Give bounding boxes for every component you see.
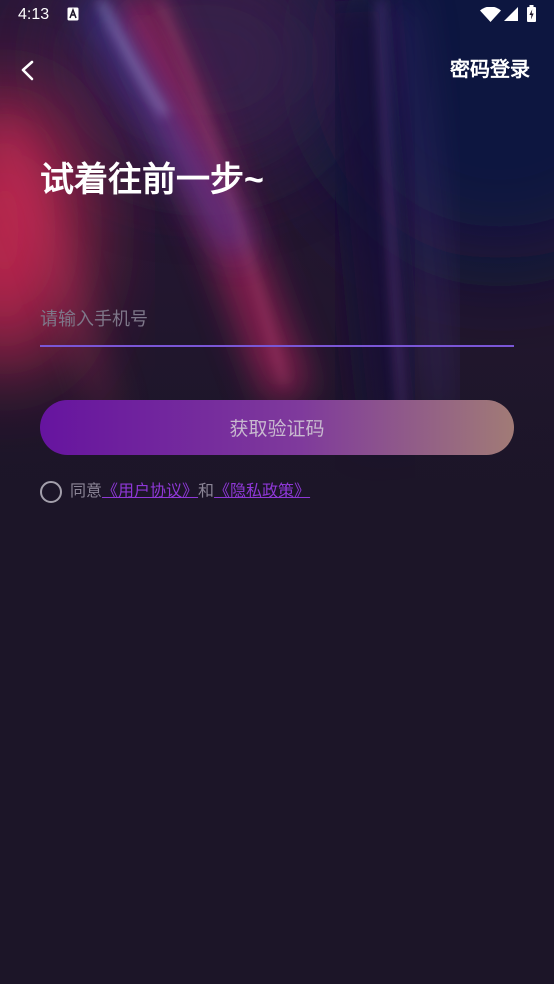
password-login-link[interactable]: 密码登录 bbox=[450, 58, 530, 82]
login-screen: 4:13 密码登录 试着往前一步~ 获取验证码 同意 《用户协议》 和 bbox=[0, 0, 554, 984]
get-verification-code-button[interactable]: 获取验证码 bbox=[40, 400, 514, 455]
phone-number-input[interactable] bbox=[40, 300, 514, 347]
battery-charging-icon bbox=[527, 5, 536, 22]
agreement-row: 同意 《用户协议》 和 《隐私政策》 bbox=[40, 480, 310, 504]
status-time: 4:13 bbox=[18, 6, 50, 23]
notification-icon bbox=[67, 7, 79, 21]
agree-text: 同意 bbox=[70, 483, 103, 500]
signal-icon bbox=[504, 7, 518, 21]
and-text: 和 bbox=[198, 483, 215, 500]
page-title: 试着往前一步~ bbox=[40, 161, 264, 199]
status-bar: 4:13 bbox=[0, 0, 554, 30]
agreement-checkbox[interactable] bbox=[40, 481, 62, 503]
user-agreement-link[interactable]: 《用户协议》 bbox=[102, 480, 198, 504]
chevron-left-icon bbox=[21, 60, 34, 81]
back-button[interactable] bbox=[14, 52, 46, 88]
privacy-policy-link[interactable]: 《隐私政策》 bbox=[214, 480, 310, 504]
wifi-icon bbox=[480, 7, 501, 22]
